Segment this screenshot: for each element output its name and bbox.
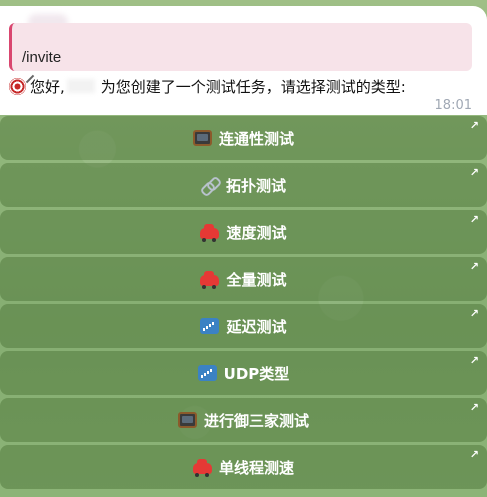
arrow-up-right-icon: ↗ [469, 119, 479, 132]
button-label: 单线程测速 [218, 458, 294, 477]
button-label: 进行御三家测试 [203, 411, 309, 430]
arrow-up-right-icon: ↗ [469, 166, 479, 179]
button-speed-test[interactable]: 速度测试 ↗ [0, 210, 487, 254]
button-big-three-test[interactable]: 进行御三家测试 ↗ [0, 398, 487, 442]
reply-quote-text: /invite [22, 49, 62, 66]
reply-quote[interactable]: /invite [9, 23, 472, 71]
button-label: 延迟测试 [226, 317, 287, 336]
button-topology-test[interactable]: 拓扑测试 ↗ [0, 163, 487, 207]
arrow-up-right-icon: ↗ [469, 213, 479, 226]
arrow-up-right-icon: ↗ [469, 401, 479, 414]
button-label: 连通性测试 [218, 129, 294, 148]
button-full-test[interactable]: 全量测试 ↗ [0, 257, 487, 301]
button-udp-type[interactable]: UDP类型 ↗ [0, 351, 487, 395]
user-name-redacted [66, 79, 95, 93]
message-text: 您好, 为您创建了一个测试任务，请选择测试的类型: [9, 76, 406, 96]
target-icon [9, 77, 26, 95]
button-label: 速度测试 [226, 223, 287, 242]
button-single-thread-speed[interactable]: 单线程测速 ↗ [0, 445, 487, 489]
car-icon [200, 223, 220, 242]
button-latency-test[interactable]: 延迟测试 ↗ [0, 304, 487, 348]
signal-icon [197, 365, 217, 381]
arrow-up-right-icon: ↗ [469, 307, 479, 320]
inline-keyboard: 连通性测试 ↗ 拓扑测试 ↗ 速度测试 ↗ 全量测试 ↗ 延迟测试 ↗ UDP类… [0, 116, 487, 492]
car-icon [200, 270, 220, 289]
link-icon [201, 177, 219, 193]
arrow-up-right-icon: ↗ [469, 354, 479, 367]
button-label: UDP类型 [223, 364, 290, 383]
tv-icon [177, 412, 197, 428]
button-connectivity-test[interactable]: 连通性测试 ↗ [0, 116, 487, 160]
message-time: 18:01 [434, 98, 472, 113]
car-icon [192, 458, 212, 477]
message-greeting: 您好, [30, 77, 65, 96]
tv-icon [192, 130, 212, 146]
button-label: 拓扑测试 [225, 176, 286, 195]
signal-icon [200, 318, 220, 334]
arrow-up-right-icon: ↗ [469, 448, 479, 461]
message-bubble[interactable]: /invite 您好, 为您创建了一个测试任务，请选择测试的类型: 18:01 [0, 6, 487, 115]
message-body: 为您创建了一个测试任务，请选择测试的类型: [100, 77, 406, 96]
button-label: 全量测试 [226, 270, 287, 289]
arrow-up-right-icon: ↗ [469, 260, 479, 273]
